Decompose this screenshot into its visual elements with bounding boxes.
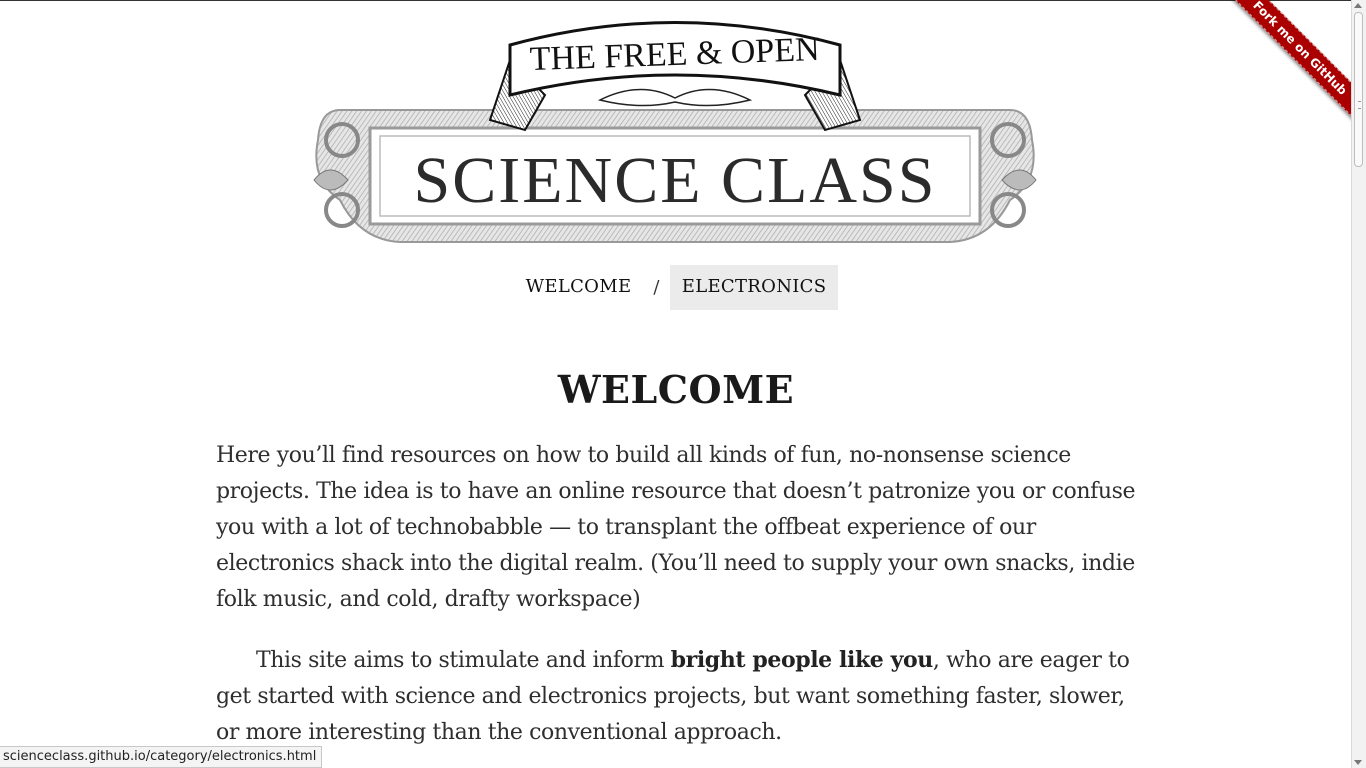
status-bar-url: scienceclass.github.io/category/electron… xyxy=(0,746,323,768)
scroll-down-arrow-icon[interactable] xyxy=(1354,760,1362,765)
nav-item-welcome[interactable]: WELCOME xyxy=(514,265,644,310)
aims-paragraph: This site aims to stimulate and inform b… xyxy=(216,642,1136,751)
window-top-border xyxy=(0,0,1366,1)
main-content: WELCOME Here you’ll find resources on ho… xyxy=(216,360,1136,768)
fork-me-ribbon[interactable]: Fork me on GitHub xyxy=(1220,0,1352,128)
aims-emphasis: bright people like you xyxy=(670,647,934,673)
fork-ribbon-container: Fork me on GitHub xyxy=(1212,0,1352,140)
vertical-scrollbar[interactable] xyxy=(1351,0,1366,768)
scroll-thumb[interactable] xyxy=(1354,12,1363,167)
scroll-grip-icon xyxy=(1358,101,1361,109)
scroll-up-arrow-icon[interactable] xyxy=(1354,3,1362,8)
nav-separator: / xyxy=(653,277,660,298)
aims-text-start: This site aims to stimulate and inform xyxy=(256,648,671,673)
main-nav: WELCOME / ELECTRONICS xyxy=(0,265,1352,310)
intro-paragraph: Here you’ll find resources on how to bui… xyxy=(216,443,1136,612)
nav-item-electronics[interactable]: ELECTRONICS xyxy=(669,265,839,310)
site-logo[interactable]: THE FREE & OPEN SCIENCE CLASS xyxy=(300,10,1050,260)
logo-title-text: SCIENCE CLASS xyxy=(414,144,937,217)
page-title: WELCOME xyxy=(557,367,795,412)
